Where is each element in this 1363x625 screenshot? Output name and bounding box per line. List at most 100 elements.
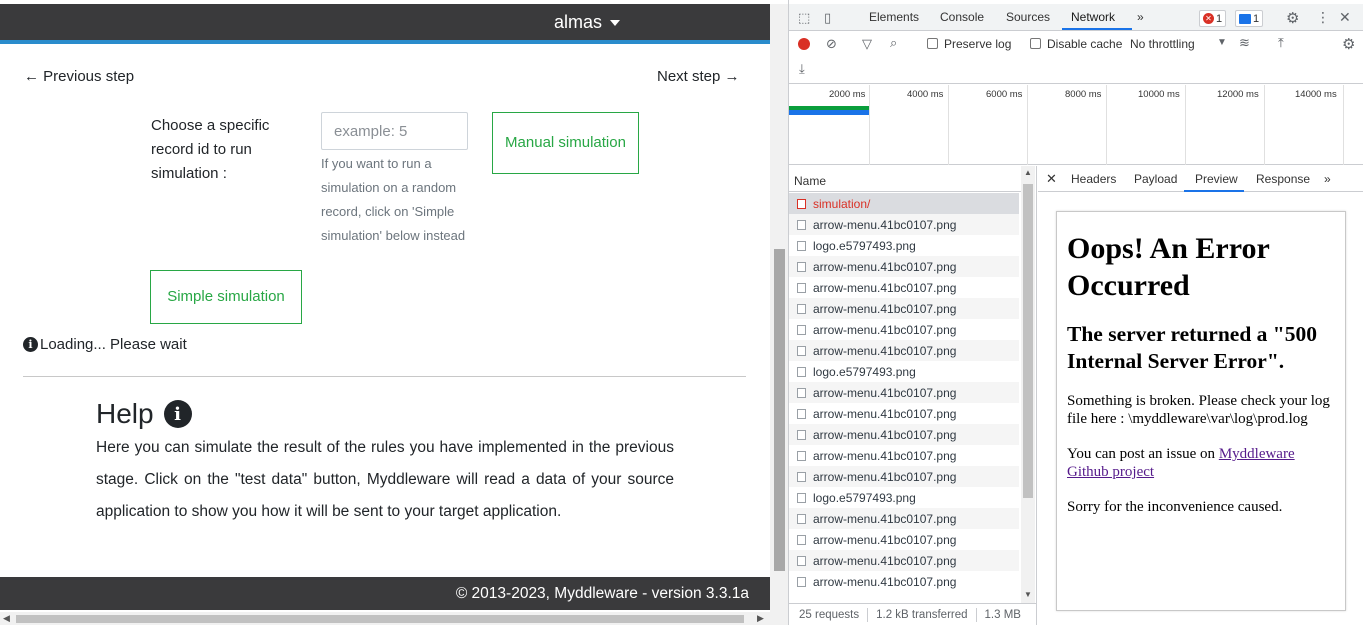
message-count-badge[interactable]: 1 bbox=[1235, 10, 1264, 27]
chevron-down-icon[interactable]: ▼ bbox=[1217, 37, 1227, 48]
upload-icon[interactable]: ⤒ bbox=[1278, 35, 1284, 51]
file-icon bbox=[797, 282, 806, 293]
more-tabs-icon[interactable]: » bbox=[1324, 172, 1331, 186]
top-navbar: almas bbox=[0, 4, 770, 40]
request-row[interactable]: arrow-menu.41bc0107.png bbox=[789, 340, 1019, 361]
scrollbar-thumb[interactable] bbox=[1023, 184, 1033, 498]
request-row[interactable]: arrow-menu.41bc0107.png bbox=[789, 424, 1019, 445]
request-name: arrow-menu.41bc0107.png bbox=[813, 427, 957, 442]
separator bbox=[867, 607, 869, 622]
request-row[interactable]: arrow-menu.41bc0107.png bbox=[789, 277, 1019, 298]
more-tabs-icon[interactable]: » bbox=[1137, 10, 1144, 24]
disable-cache-checkbox[interactable] bbox=[1030, 38, 1041, 49]
download-icon[interactable]: ⤓ bbox=[799, 61, 805, 77]
timeline-tick-label: 6000 ms bbox=[986, 89, 1023, 100]
next-step-link[interactable]: Next step → bbox=[657, 68, 740, 85]
request-row[interactable]: arrow-menu.41bc0107.png bbox=[789, 529, 1019, 550]
more-options-icon[interactable]: ⋮ bbox=[1316, 9, 1330, 26]
requests-scrollbar[interactable]: ▲ ▼ bbox=[1021, 166, 1035, 603]
request-row[interactable]: arrow-menu.41bc0107.png bbox=[789, 382, 1019, 403]
info-icon: i bbox=[23, 337, 38, 352]
request-name: arrow-menu.41bc0107.png bbox=[813, 301, 957, 316]
network-status-bar: 25 requests 1.2 kB transferred 1.3 MB bbox=[789, 603, 1037, 625]
file-icon bbox=[797, 450, 806, 461]
previous-step-link[interactable]: ← Previous step bbox=[24, 68, 134, 85]
simple-simulation-button[interactable]: Simple simulation bbox=[150, 270, 302, 324]
settings-gear-icon[interactable]: ⚙ bbox=[1286, 9, 1299, 27]
request-row[interactable]: arrow-menu.41bc0107.png bbox=[789, 319, 1019, 340]
inspect-element-icon[interactable]: ⬚ bbox=[798, 10, 810, 26]
network-settings-gear-icon[interactable]: ⚙ bbox=[1342, 35, 1355, 53]
request-row[interactable]: arrow-menu.41bc0107.png bbox=[789, 466, 1019, 487]
scroll-right-icon[interactable]: ▶ bbox=[757, 613, 764, 624]
tab-payload[interactable]: Payload bbox=[1134, 172, 1177, 186]
close-detail-icon[interactable]: ✕ bbox=[1046, 171, 1057, 187]
throttling-select[interactable]: No throttling bbox=[1130, 37, 1195, 51]
preserve-log-checkbox[interactable] bbox=[927, 38, 938, 49]
loading-text: Loading... Please wait bbox=[40, 336, 187, 353]
separator bbox=[975, 607, 977, 622]
request-row[interactable]: arrow-menu.41bc0107.png bbox=[789, 550, 1019, 571]
request-row[interactable]: arrow-menu.41bc0107.png bbox=[789, 214, 1019, 235]
file-icon bbox=[797, 198, 806, 209]
tab-console[interactable]: Console bbox=[940, 10, 984, 24]
user-name: almas bbox=[553, 12, 602, 32]
scrollbar-thumb[interactable] bbox=[774, 249, 785, 571]
file-icon bbox=[797, 345, 806, 356]
file-icon bbox=[797, 429, 806, 440]
vertical-scrollbar[interactable] bbox=[770, 4, 788, 625]
choose-record-label: Choose a specific record id to run simul… bbox=[151, 117, 270, 182]
clear-icon[interactable]: ⊘ bbox=[826, 36, 837, 52]
device-toolbar-icon[interactable]: ▯ bbox=[824, 10, 831, 26]
timeline-gridline bbox=[1106, 85, 1107, 165]
request-list: simulation/arrow-menu.41bc0107.png logo.e… bbox=[789, 193, 1019, 592]
search-icon[interactable]: ⌕ bbox=[890, 35, 897, 51]
request-row[interactable]: arrow-menu.41bc0107.png bbox=[789, 403, 1019, 424]
error-count-badge[interactable]: ✕ 1 bbox=[1199, 10, 1227, 27]
tab-network[interactable]: Network bbox=[1071, 10, 1115, 24]
request-row[interactable]: logo.e5797493.png bbox=[789, 235, 1019, 256]
file-icon bbox=[797, 555, 806, 566]
request-row[interactable]: arrow-menu.41bc0107.png bbox=[789, 445, 1019, 466]
file-icon bbox=[797, 303, 806, 314]
file-icon bbox=[797, 576, 806, 587]
timeline-gridline bbox=[1343, 85, 1344, 165]
request-name: logo.e5797493.png bbox=[813, 364, 916, 379]
tab-sources[interactable]: Sources bbox=[1006, 10, 1050, 24]
close-devtools-icon[interactable]: ✕ bbox=[1339, 9, 1351, 26]
network-conditions-icon[interactable]: ≋ bbox=[1239, 35, 1250, 51]
horizontal-scrollbar[interactable]: ◀ ▶ bbox=[0, 612, 770, 625]
record-id-input[interactable] bbox=[321, 112, 468, 150]
timeline-gridline bbox=[948, 85, 949, 165]
timeline-tick-label: 12000 ms bbox=[1217, 89, 1259, 100]
request-name: arrow-menu.41bc0107.png bbox=[813, 511, 957, 526]
network-timeline[interactable]: 2000 ms 4000 ms 6000 ms 8000 ms 10000 ms… bbox=[789, 85, 1363, 165]
request-name: arrow-menu.41bc0107.png bbox=[813, 532, 957, 547]
scroll-left-icon[interactable]: ◀ bbox=[3, 613, 10, 624]
file-icon bbox=[797, 219, 806, 230]
tab-preview[interactable]: Preview bbox=[1195, 172, 1238, 186]
name-column-header[interactable]: Name bbox=[789, 166, 1021, 192]
file-icon bbox=[797, 513, 806, 524]
scroll-down-icon[interactable]: ▼ bbox=[1024, 590, 1032, 599]
tab-elements[interactable]: Elements bbox=[869, 10, 919, 24]
request-row[interactable]: arrow-menu.41bc0107.png bbox=[789, 298, 1019, 319]
user-menu[interactable]: almas bbox=[554, 12, 620, 33]
request-row[interactable]: arrow-menu.41bc0107.png bbox=[789, 256, 1019, 277]
file-icon bbox=[797, 492, 806, 503]
request-row[interactable]: simulation/ bbox=[789, 193, 1019, 214]
manual-simulation-button[interactable]: Manual simulation bbox=[492, 112, 639, 174]
request-row[interactable]: logo.e5797493.png bbox=[789, 487, 1019, 508]
file-icon bbox=[797, 534, 806, 545]
file-icon bbox=[797, 366, 806, 377]
request-row[interactable]: arrow-menu.41bc0107.png bbox=[789, 571, 1019, 592]
tab-headers[interactable]: Headers bbox=[1071, 172, 1116, 186]
request-row[interactable]: arrow-menu.41bc0107.png bbox=[789, 508, 1019, 529]
help-heading: Help i bbox=[96, 398, 192, 430]
scrollbar-thumb[interactable] bbox=[16, 615, 744, 623]
tab-response[interactable]: Response bbox=[1256, 172, 1310, 186]
record-icon[interactable] bbox=[798, 38, 810, 50]
filter-icon[interactable]: ▽ bbox=[862, 36, 872, 52]
scroll-up-icon[interactable]: ▲ bbox=[1024, 168, 1032, 177]
request-row[interactable]: logo.e5797493.png bbox=[789, 361, 1019, 382]
